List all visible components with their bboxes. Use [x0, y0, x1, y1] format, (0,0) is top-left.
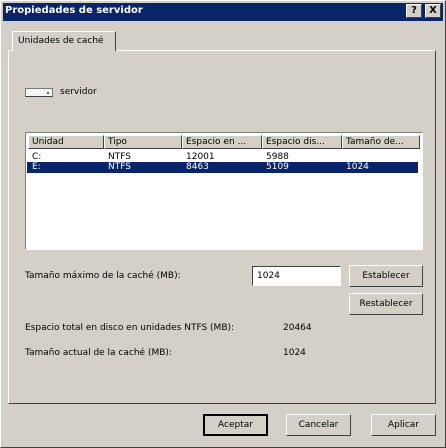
- total-space-value: 20464: [283, 323, 312, 333]
- table-cell[interactable]: NTFS: [108, 152, 131, 162]
- current-cache-value: 1024: [283, 348, 306, 358]
- table-cell[interactable]: 1024: [346, 162, 369, 172]
- table-cell[interactable]: NTFS: [108, 162, 131, 172]
- cache-units-list[interactable]: [25, 132, 423, 250]
- column-header-espacio-en[interactable]: Espacio en ...: [182, 135, 262, 149]
- current-cache-label: Tamaño actual de la caché (MB):: [25, 348, 172, 358]
- ok-button[interactable]: Aceptar: [203, 414, 268, 436]
- set-button[interactable]: Establecer: [349, 265, 423, 287]
- tab-label: Unidades de caché: [18, 36, 104, 46]
- help-button[interactable]: ?: [406, 4, 422, 18]
- close-button[interactable]: X: [425, 4, 441, 18]
- column-header-espacio-dis[interactable]: Espacio dis...: [262, 135, 342, 149]
- table-cell[interactable]: E:: [32, 162, 41, 172]
- window-title: Propiedades de servidor: [5, 5, 143, 16]
- table-cell[interactable]: 12001: [186, 152, 215, 162]
- cancel-button[interactable]: Cancelar: [286, 414, 351, 436]
- column-header-tipo[interactable]: Tipo: [104, 135, 182, 149]
- reset-button[interactable]: Restablecer: [349, 293, 423, 315]
- column-header-tamano[interactable]: Tamaño de...: [342, 135, 420, 149]
- total-space-label: Espacio total en disco en unidades NTFS …: [25, 323, 235, 333]
- max-cache-label: Tamaño máximo de la caché (MB):: [25, 271, 181, 281]
- tab-cache-units[interactable]: Unidades de caché: [12, 31, 116, 51]
- table-cell[interactable]: C:: [32, 152, 41, 162]
- apply-button[interactable]: Aplicar: [371, 414, 436, 436]
- server-name: servidor: [60, 87, 97, 97]
- table-cell[interactable]: 5988: [266, 152, 289, 162]
- table-cell[interactable]: 8463: [186, 162, 209, 172]
- server-drive-icon: [25, 88, 53, 97]
- max-cache-input[interactable]: 1024: [252, 266, 341, 286]
- column-header-unidad[interactable]: Unidad: [28, 135, 104, 149]
- table-cell[interactable]: 5109: [266, 162, 289, 172]
